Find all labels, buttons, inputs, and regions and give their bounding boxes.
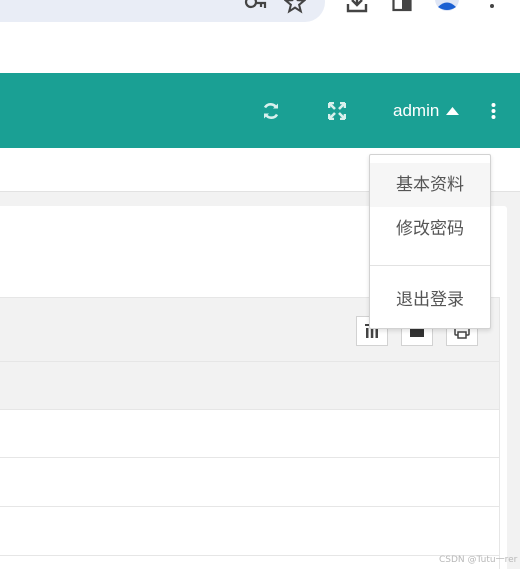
browser-menu-icon[interactable] [486,0,498,14]
refresh-icon[interactable] [258,73,284,148]
key-icon[interactable] [243,0,269,14]
caret-up-icon [446,106,460,115]
watermark: CSDN @Tutu一rer [439,555,518,565]
table-row[interactable] [0,459,500,507]
username-label: admin [393,100,440,120]
user-dropdown-menu: 基本资料 修改密码 退出登录 [369,154,491,329]
menu-item-logout[interactable]: 退出登录 [370,278,490,322]
browser-toolbar [0,0,520,73]
fullscreen-icon[interactable] [324,73,350,148]
user-menu-toggle[interactable]: admin [393,73,468,148]
table-right-border [499,297,500,569]
table-row[interactable] [0,508,500,556]
more-vertical-icon[interactable] [487,73,499,148]
menu-item-change-password[interactable]: 修改密码 [370,207,490,251]
address-bar[interactable] [0,0,325,22]
app-header: admin [0,73,520,148]
menu-item-profile[interactable]: 基本资料 [370,163,490,207]
side-panel-icon[interactable] [391,0,413,12]
profile-avatar-icon[interactable] [433,0,461,14]
download-icon[interactable] [345,0,369,14]
table-row[interactable] [0,410,500,458]
table-header [0,362,500,410]
menu-divider [370,265,490,266]
star-icon[interactable] [283,0,307,14]
